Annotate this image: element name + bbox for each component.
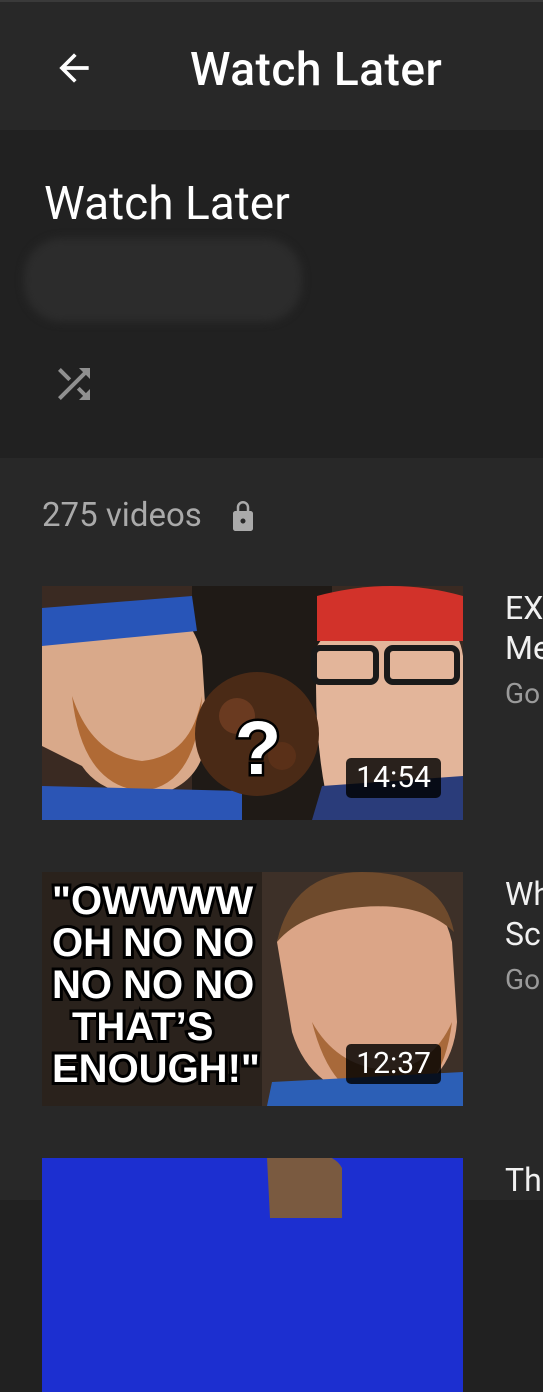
video-item[interactable]: ? 14:54 EX Me Go: [42, 586, 543, 820]
video-count-row: 275 videos: [42, 496, 258, 535]
video-title-line-1: Wh: [505, 875, 543, 913]
video-thumbnail[interactable]: "OWWWW OH NO NO NO NO NO THAT’S ENOUGH!"…: [42, 872, 463, 1106]
video-meta: Wh Sc Go: [505, 874, 543, 1000]
video-duration: 14:54: [346, 758, 441, 798]
video-meta: Th: [505, 1160, 543, 1200]
playlist-title: Watch Later: [44, 177, 290, 231]
shuffle-icon: [58, 368, 90, 400]
video-title-line-2: Sc: [505, 915, 541, 953]
video-channel: Go: [505, 963, 541, 996]
video-item[interactable]: Th: [42, 1158, 543, 1392]
app-bar: Watch Later: [0, 0, 543, 130]
video-meta: EX Me Go: [505, 588, 543, 714]
video-channel: Go: [505, 677, 541, 710]
video-title-line-2: Me: [505, 629, 543, 667]
thumbnail-text-line: ENOUGH!": [52, 1047, 260, 1091]
video-thumbnail[interactable]: ? 14:54: [42, 586, 463, 820]
thumbnail-text-line: OH NO NO: [52, 921, 254, 965]
thumbnail-text-line: THAT’S: [72, 1005, 213, 1049]
thumbnail-image: [42, 1158, 463, 1392]
lock-icon: [232, 500, 253, 531]
thumbnail-question-mark: ?: [235, 706, 281, 791]
video-title-line-1: EX: [505, 589, 543, 627]
back-button[interactable]: [48, 42, 100, 94]
thumbnail-text-line: NO NO NO: [52, 963, 254, 1007]
shuffle-button[interactable]: [48, 358, 100, 410]
video-count: 275 videos: [42, 496, 202, 535]
app-bar-title: Watch Later: [190, 43, 443, 97]
thumbnail-text-line: "OWWWW: [52, 879, 253, 923]
video-list: 275 videos ? 14:54 EX Me Go "OWWWW OH NO…: [0, 458, 543, 1392]
video-duration: 12:37: [346, 1044, 441, 1084]
video-title-line-1: Th: [505, 1161, 542, 1199]
redacted-owner-area: [24, 238, 302, 322]
video-item[interactable]: "OWWWW OH NO NO NO NO NO THAT’S ENOUGH!"…: [42, 872, 543, 1106]
playlist-header: Watch Later: [0, 130, 543, 458]
video-thumbnail[interactable]: [42, 1158, 463, 1392]
back-arrow-icon: [59, 53, 89, 83]
